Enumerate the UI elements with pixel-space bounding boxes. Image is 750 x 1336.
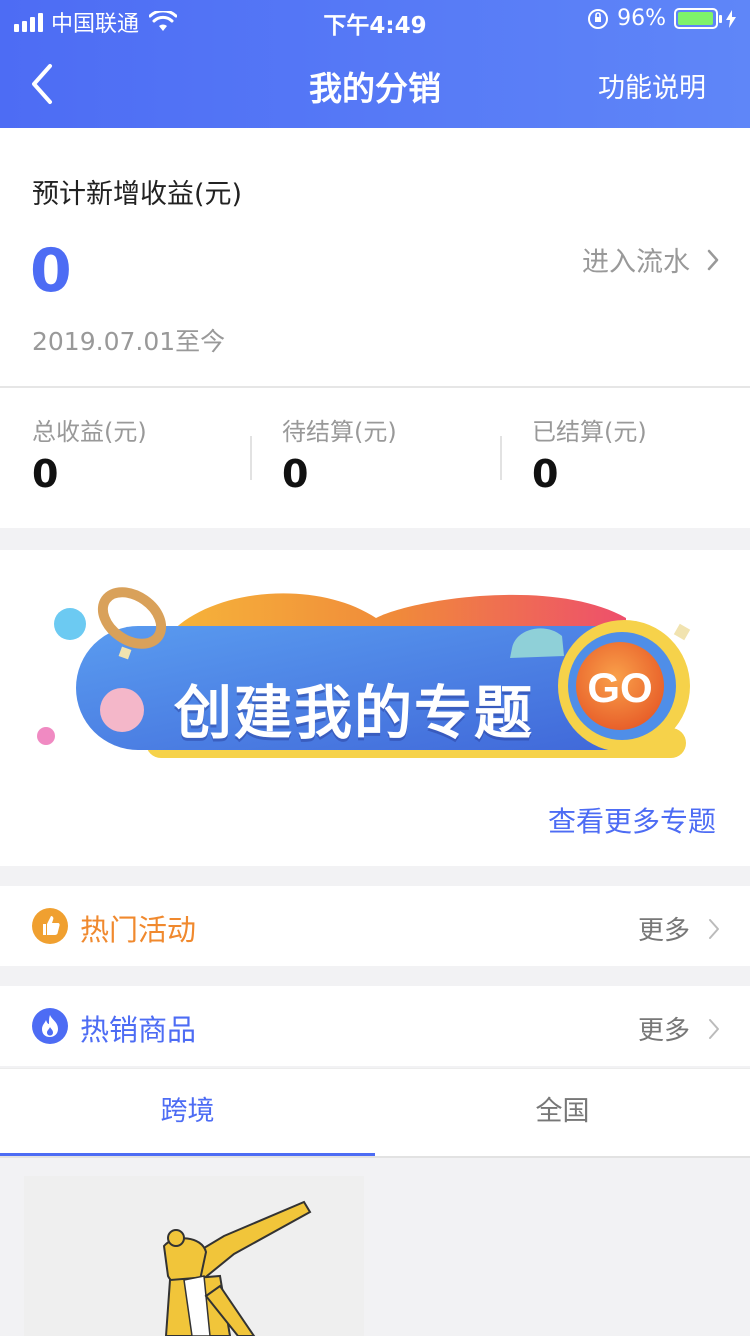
hot-activities-more[interactable]: 更多: [638, 910, 720, 947]
flame-icon: [32, 1008, 68, 1044]
compact-decoration: [100, 688, 144, 732]
stat-total: 总收益(元) 0: [0, 388, 250, 528]
bubble-decoration: [37, 727, 55, 745]
stat-pending: 待结算(元) 0: [250, 388, 500, 528]
banner-title: 创建我的专题: [173, 679, 534, 747]
hot-products-more[interactable]: 更多: [638, 1010, 720, 1047]
more-label: 更多: [637, 916, 690, 946]
bubble-decoration: [54, 608, 86, 640]
earnings-value: 0: [30, 236, 72, 306]
product-card[interactable]: [24, 1176, 364, 1336]
stat-separator: [500, 436, 502, 480]
stat-value: 0: [282, 452, 309, 496]
battery-fill: [678, 12, 713, 25]
stat-label: 总收益(元): [32, 418, 147, 446]
orientation-lock-icon: [588, 8, 609, 29]
stat-value: 0: [532, 452, 559, 496]
create-topic-banner[interactable]: GO 创建我的专题: [36, 578, 726, 788]
stat-separator: [250, 436, 252, 480]
chevron-right-icon: [707, 249, 719, 270]
tab-national[interactable]: 全国: [375, 1069, 750, 1157]
charging-icon: [726, 9, 736, 28]
help-button[interactable]: 功能说明: [598, 66, 706, 105]
stat-label: 待结算(元): [282, 418, 397, 446]
topic-banner-card: GO 创建我的专题 查看更多专题: [0, 550, 750, 866]
stat-label: 已结算(元): [532, 418, 647, 446]
flow-link-label: 进入流水: [582, 247, 690, 278]
product-list: [0, 1158, 750, 1336]
tab-cross-border[interactable]: 跨境: [0, 1069, 375, 1157]
hot-activities-row[interactable]: 热门活动 更多: [0, 886, 750, 966]
status-right: 96%: [587, 6, 736, 31]
hot-products-label: 热销商品: [80, 1013, 197, 1047]
go-label: GO: [587, 664, 652, 711]
stat-value: 0: [32, 452, 59, 496]
earnings-period: 2019.07.01至今: [32, 327, 226, 356]
nav-bar: 我的分销 功能说明: [0, 40, 750, 128]
more-topics-link[interactable]: 查看更多专题: [548, 800, 716, 840]
sparkle-decoration: [673, 623, 691, 641]
earnings-label: 预计新增收益(元): [32, 179, 243, 210]
product-tabs: 跨境 全国: [0, 1068, 750, 1157]
battery-percent: 96%: [617, 6, 666, 31]
product-image: [24, 1176, 364, 1336]
stat-settled: 已结算(元) 0: [500, 388, 750, 528]
battery-icon: [674, 8, 722, 29]
hot-activities-label: 热门活动: [80, 913, 197, 947]
status-bar: 中国联通 下午4:49 96%: [0, 0, 750, 40]
stats-row: 总收益(元) 0 待结算(元) 0 已结算(元) 0: [0, 388, 750, 528]
app-header: 中国联通 下午4:49 96% 我的分销 功能说明: [0, 0, 750, 128]
chevron-right-icon: [709, 918, 719, 939]
hot-products-row[interactable]: 热销商品 更多: [0, 986, 750, 1066]
flow-link[interactable]: 进入流水: [582, 240, 720, 279]
earnings-card: 预计新增收益(元) 0 2019.07.01至今 进入流水: [0, 128, 750, 386]
chevron-right-icon: [709, 1018, 719, 1039]
thumbs-up-icon: [32, 908, 68, 944]
more-label: 更多: [637, 1016, 690, 1046]
